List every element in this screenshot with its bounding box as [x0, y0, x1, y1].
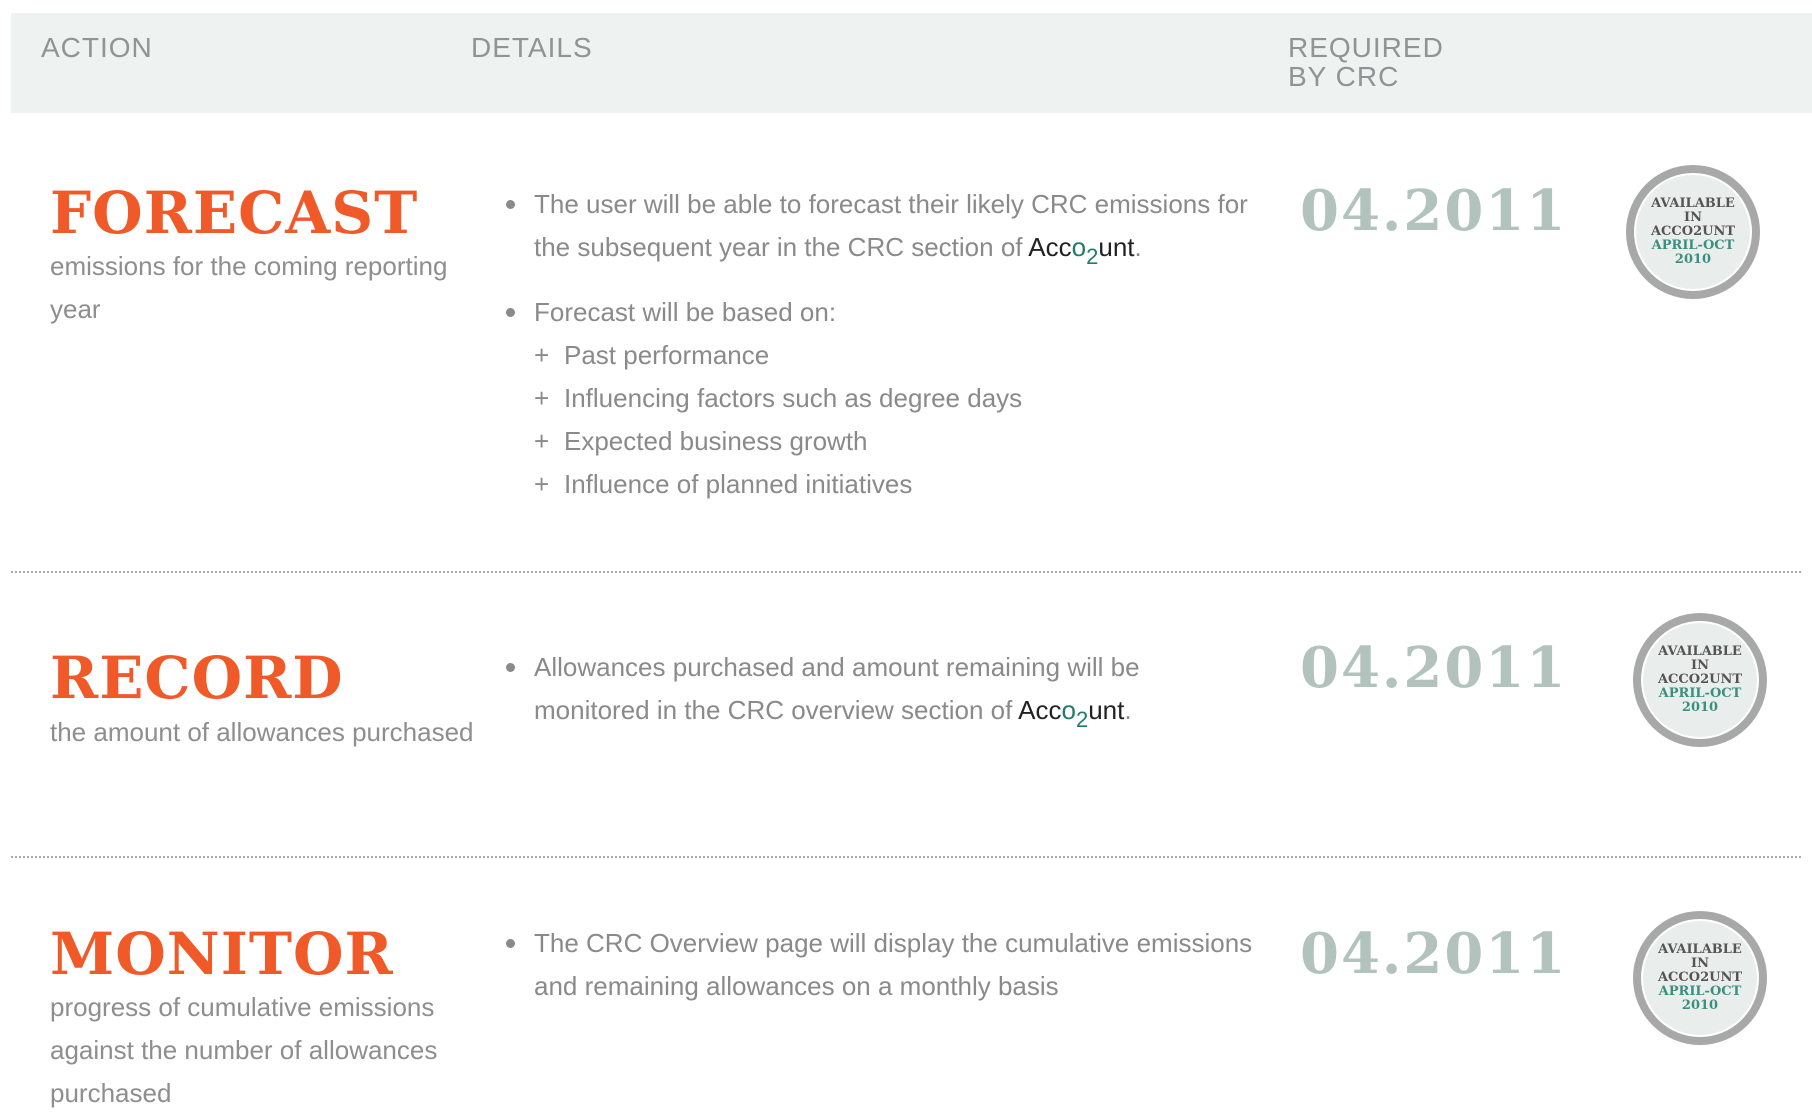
plus-icon: +: [534, 426, 550, 456]
forecast-required-date: 04.2011: [1300, 178, 1568, 244]
monitor-subtitle: progress of cumulative emissions against…: [50, 992, 438, 1108]
bullet-dot-icon: [506, 663, 515, 672]
bullet-dot-icon: [506, 200, 515, 209]
bullet-dot-icon: [506, 308, 515, 317]
available-badge: AVAILABLE IN ACCO2UNT APRIL-OCT 2010: [1626, 165, 1760, 299]
available-badge: AVAILABLE IN ACCO2UNT APRIL-OCT 2010: [1633, 911, 1767, 1045]
header-action: ACTION: [41, 32, 153, 63]
sub-list-item: + Past performance: [500, 334, 1260, 377]
monitor-required-date: 04.2011: [1300, 921, 1568, 987]
sub-list: + Past performance + Influencing factors s…: [500, 334, 1260, 506]
record-title: RECORD: [50, 644, 344, 712]
forecast-title: FORECAST: [50, 179, 419, 247]
forecast-subtitle: emissions for the coming reporting year: [50, 251, 448, 324]
sub-list-item: + Influencing factors such as degree days: [500, 377, 1260, 420]
header-required: REQUIRED BY CRC: [1288, 32, 1444, 92]
forecast-details: The user will be able to forecast their …: [500, 183, 1260, 506]
record-details: Allowances purchased and amount remainin…: [500, 646, 1260, 732]
record-subtitle: the amount of allowances purchased: [50, 717, 474, 747]
header-details: DETAILS: [471, 32, 593, 63]
list-item: The user will be able to forecast their …: [500, 183, 1260, 269]
monitor-details: The CRC Overview page will display the c…: [500, 922, 1260, 1008]
available-badge: AVAILABLE IN ACCO2UNT APRIL-OCT 2010: [1633, 613, 1767, 747]
row-divider: [11, 856, 1801, 858]
sub-list-item: + Influence of planned initiatives: [500, 463, 1260, 506]
table-header: ACTION DETAILS REQUIRED BY CRC: [11, 13, 1812, 113]
plus-icon: +: [534, 383, 550, 413]
brand-name: Acco2unt: [1028, 232, 1135, 269]
monitor-title: MONITOR: [50, 920, 394, 988]
sub-list-item: + Expected business growth: [500, 420, 1260, 463]
brand-name: Acco2unt: [1018, 695, 1125, 732]
list-item: Forecast will be based on:: [500, 291, 1260, 334]
list-item: The CRC Overview page will display the c…: [500, 922, 1260, 1008]
bullet-dot-icon: [506, 939, 515, 948]
plus-icon: +: [534, 340, 550, 370]
record-required-date: 04.2011: [1300, 635, 1568, 701]
plus-icon: +: [534, 469, 550, 499]
list-item: Allowances purchased and amount remainin…: [500, 646, 1260, 732]
row-divider: [11, 571, 1801, 573]
